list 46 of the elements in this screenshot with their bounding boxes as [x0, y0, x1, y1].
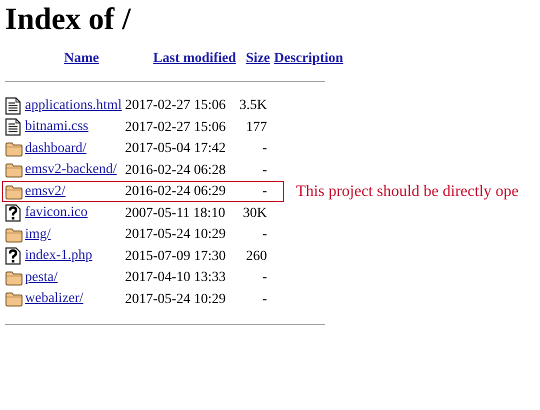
- modified-date: 2017-04-10 13:33: [125, 269, 227, 288]
- file-size: -: [261, 140, 267, 158]
- file-link[interactable]: pesta/: [25, 270, 58, 285]
- file-link[interactable]: index-1.php: [25, 248, 92, 264]
- modified-date: 2017-05-24 10:29: [125, 290, 227, 309]
- file-size: 30K: [242, 204, 267, 223]
- column-header-link[interactable]: Name: [64, 51, 99, 66]
- modified-date: 2016-02-24 06:28: [125, 162, 227, 180]
- file-link[interactable]: bitnami.css: [25, 119, 88, 134]
- folder-icon: [5, 270, 23, 286]
- file-size: 177: [245, 118, 267, 137]
- folder-icon: [5, 140, 23, 157]
- modified-date: 2015-07-09 17:30: [125, 248, 227, 266]
- file-link[interactable]: emsv2-backend/: [25, 162, 117, 178]
- modified-date: 2017-05-04 17:42: [125, 140, 227, 158]
- modified-date: 2017-02-27 15:06: [125, 118, 227, 137]
- unknown-file-icon: [5, 247, 21, 266]
- folder-icon: [5, 162, 23, 178]
- column-header-link[interactable]: Description: [274, 51, 344, 66]
- modified-date: 2016-02-24 06:29: [125, 183, 227, 202]
- modified-date: 2007-05-11 18:10: [125, 204, 226, 223]
- modified-date: 2017-02-27 15:06: [125, 97, 227, 116]
- page-title: Index of /: [5, 2, 132, 36]
- file-link[interactable]: img/: [25, 226, 51, 242]
- file-size: -: [261, 226, 267, 244]
- file-link[interactable]: applications.html: [25, 98, 122, 113]
- file-size: 260: [245, 248, 267, 266]
- file-size: -: [261, 183, 267, 202]
- file-size: -: [261, 269, 267, 288]
- folder-icon: [5, 184, 23, 200]
- file-link[interactable]: emsv2/: [25, 184, 66, 199]
- annotation-text: This project should be directly ope: [296, 182, 519, 202]
- document-icon: [5, 96, 21, 115]
- file-size: -: [261, 290, 267, 309]
- folder-icon: [5, 226, 23, 243]
- document-icon: [5, 118, 21, 136]
- file-link[interactable]: webalizer/: [25, 291, 84, 306]
- file-link[interactable]: dashboard/: [25, 140, 86, 156]
- unknown-file-icon: [5, 204, 21, 222]
- file-size: -: [261, 162, 267, 180]
- column-header-link[interactable]: Last modified: [153, 51, 236, 66]
- modified-date: 2017-05-24 10:29: [125, 226, 227, 244]
- folder-icon: [5, 291, 23, 308]
- column-header-link[interactable]: Size: [246, 51, 270, 66]
- file-link[interactable]: favicon.ico: [25, 205, 88, 220]
- file-size: 3.5K: [238, 97, 267, 116]
